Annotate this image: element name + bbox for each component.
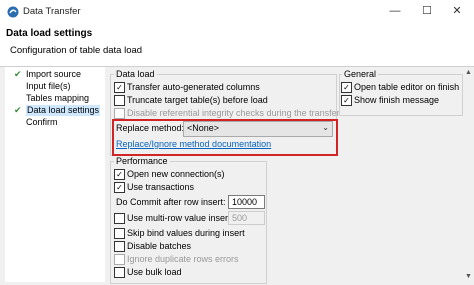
multi-row-value-input[interactable]: 500 <box>228 211 265 225</box>
wizard-nav: ✔ Import source Input file(s) Tables map… <box>5 67 105 282</box>
general-title: General <box>342 69 379 79</box>
nav-item-label: Confirm <box>26 117 58 127</box>
checkbox-label: Open table editor on finish <box>354 82 460 92</box>
truncate-target-checkbox[interactable]: Truncate target table(s) before load <box>114 95 314 106</box>
chevron-down-icon: ⌄ <box>322 123 329 132</box>
nav-item-label: Input file(s) <box>26 81 71 91</box>
checkbox-checked-icon: ✓ <box>341 82 352 93</box>
check-icon: ✔ <box>14 69 22 79</box>
checkbox-label: Disable batches <box>127 241 192 251</box>
performance-title: Performance <box>114 156 170 166</box>
checkbox-unchecked-icon <box>114 213 125 224</box>
checkbox-checked-icon: ✓ <box>114 182 125 193</box>
transfer-auto-generated-checkbox[interactable]: ✓ Transfer auto-generated columns <box>114 82 314 93</box>
nav-item-input-files[interactable]: Input file(s) <box>5 81 105 92</box>
nav-item-label: Import source <box>26 69 82 79</box>
checkbox-label: Skip bind values during insert <box>127 228 245 238</box>
disable-referential-checkbox[interactable]: Disable referential integrity checks dur… <box>114 108 340 119</box>
replace-method-select[interactable]: <None> ⌄ <box>183 121 333 137</box>
checkbox-label: Use bulk load <box>127 267 182 277</box>
scroll-up-icon[interactable]: ▲ <box>463 67 474 78</box>
checkbox-checked-icon: ✓ <box>114 169 125 180</box>
checkbox-unchecked-icon <box>114 95 125 106</box>
page-subtitle: Configuration of table data load <box>10 45 143 56</box>
skip-bind-values-checkbox[interactable]: Skip bind values during insert <box>114 228 264 239</box>
checkbox-checked-icon: ✓ <box>114 82 125 93</box>
title-bar: Data Transfer — ☐ ✕ <box>0 0 474 24</box>
checkbox-label: Truncate target table(s) before load <box>127 95 268 105</box>
show-finish-message-checkbox[interactable]: ✓ Show finish message <box>341 95 459 106</box>
scroll-down-icon[interactable]: ▼ <box>463 271 474 282</box>
vertical-scrollbar[interactable]: ▲ ▼ <box>463 67 474 282</box>
checkbox-label: Use multi-row value insert <box>127 213 231 223</box>
multi-row-insert-checkbox[interactable]: Use multi-row value insert <box>114 213 231 224</box>
open-new-connection-checkbox[interactable]: ✓ Open new connection(s) <box>114 169 264 180</box>
nav-item-label: Data load settings <box>26 105 101 116</box>
close-icon[interactable]: ✕ <box>446 3 468 19</box>
nav-item-label: Tables mapping <box>26 93 90 103</box>
checkbox-label: Open new connection(s) <box>127 169 225 179</box>
replace-method-value: <None> <box>187 123 220 133</box>
minimize-icon[interactable]: — <box>384 3 406 19</box>
checkbox-label: Disable referential integrity checks dur… <box>127 108 340 118</box>
maximize-icon[interactable]: ☐ <box>416 3 438 19</box>
page-header: Data load settings Configuration of tabl… <box>0 24 474 67</box>
nav-item-data-load-settings[interactable]: ✔ Data load settings <box>5 105 105 116</box>
replace-method-doc-link[interactable]: Replace/Ignore method documentation <box>116 139 271 149</box>
data-load-title: Data load <box>114 69 157 79</box>
replace-method-label: Replace method: <box>116 123 185 133</box>
checkbox-unchecked-icon <box>114 228 125 239</box>
disable-batches-checkbox[interactable]: Disable batches <box>114 241 264 252</box>
checkbox-checked-icon: ✓ <box>341 95 352 106</box>
nav-item-import-source[interactable]: ✔ Import source <box>5 69 105 80</box>
window-title: Data Transfer <box>23 6 81 17</box>
page-title: Data load settings <box>6 28 93 39</box>
open-table-editor-checkbox[interactable]: ✓ Open table editor on finish <box>341 82 459 93</box>
checkbox-label: Show finish message <box>354 95 440 105</box>
checkbox-unchecked-icon <box>114 108 125 119</box>
checkbox-label: Use transactions <box>127 182 195 192</box>
checkbox-label: Ignore duplicate rows errors <box>127 254 239 264</box>
checkbox-label: Transfer auto-generated columns <box>127 82 260 92</box>
commit-rows-input[interactable]: 10000 <box>228 195 265 209</box>
app-icon <box>7 6 19 18</box>
checkbox-unchecked-icon <box>114 254 125 265</box>
check-icon: ✔ <box>14 105 22 115</box>
nav-item-confirm[interactable]: Confirm <box>5 117 105 128</box>
ignore-duplicate-rows-checkbox[interactable]: Ignore duplicate rows errors <box>114 254 264 265</box>
checkbox-unchecked-icon <box>114 267 125 278</box>
use-bulk-load-checkbox[interactable]: Use bulk load <box>114 267 264 278</box>
nav-item-tables-mapping[interactable]: Tables mapping <box>5 93 105 104</box>
use-transactions-checkbox[interactable]: ✓ Use transactions <box>114 182 264 193</box>
checkbox-unchecked-icon <box>114 241 125 252</box>
do-commit-label: Do Commit after row insert: <box>116 197 226 207</box>
